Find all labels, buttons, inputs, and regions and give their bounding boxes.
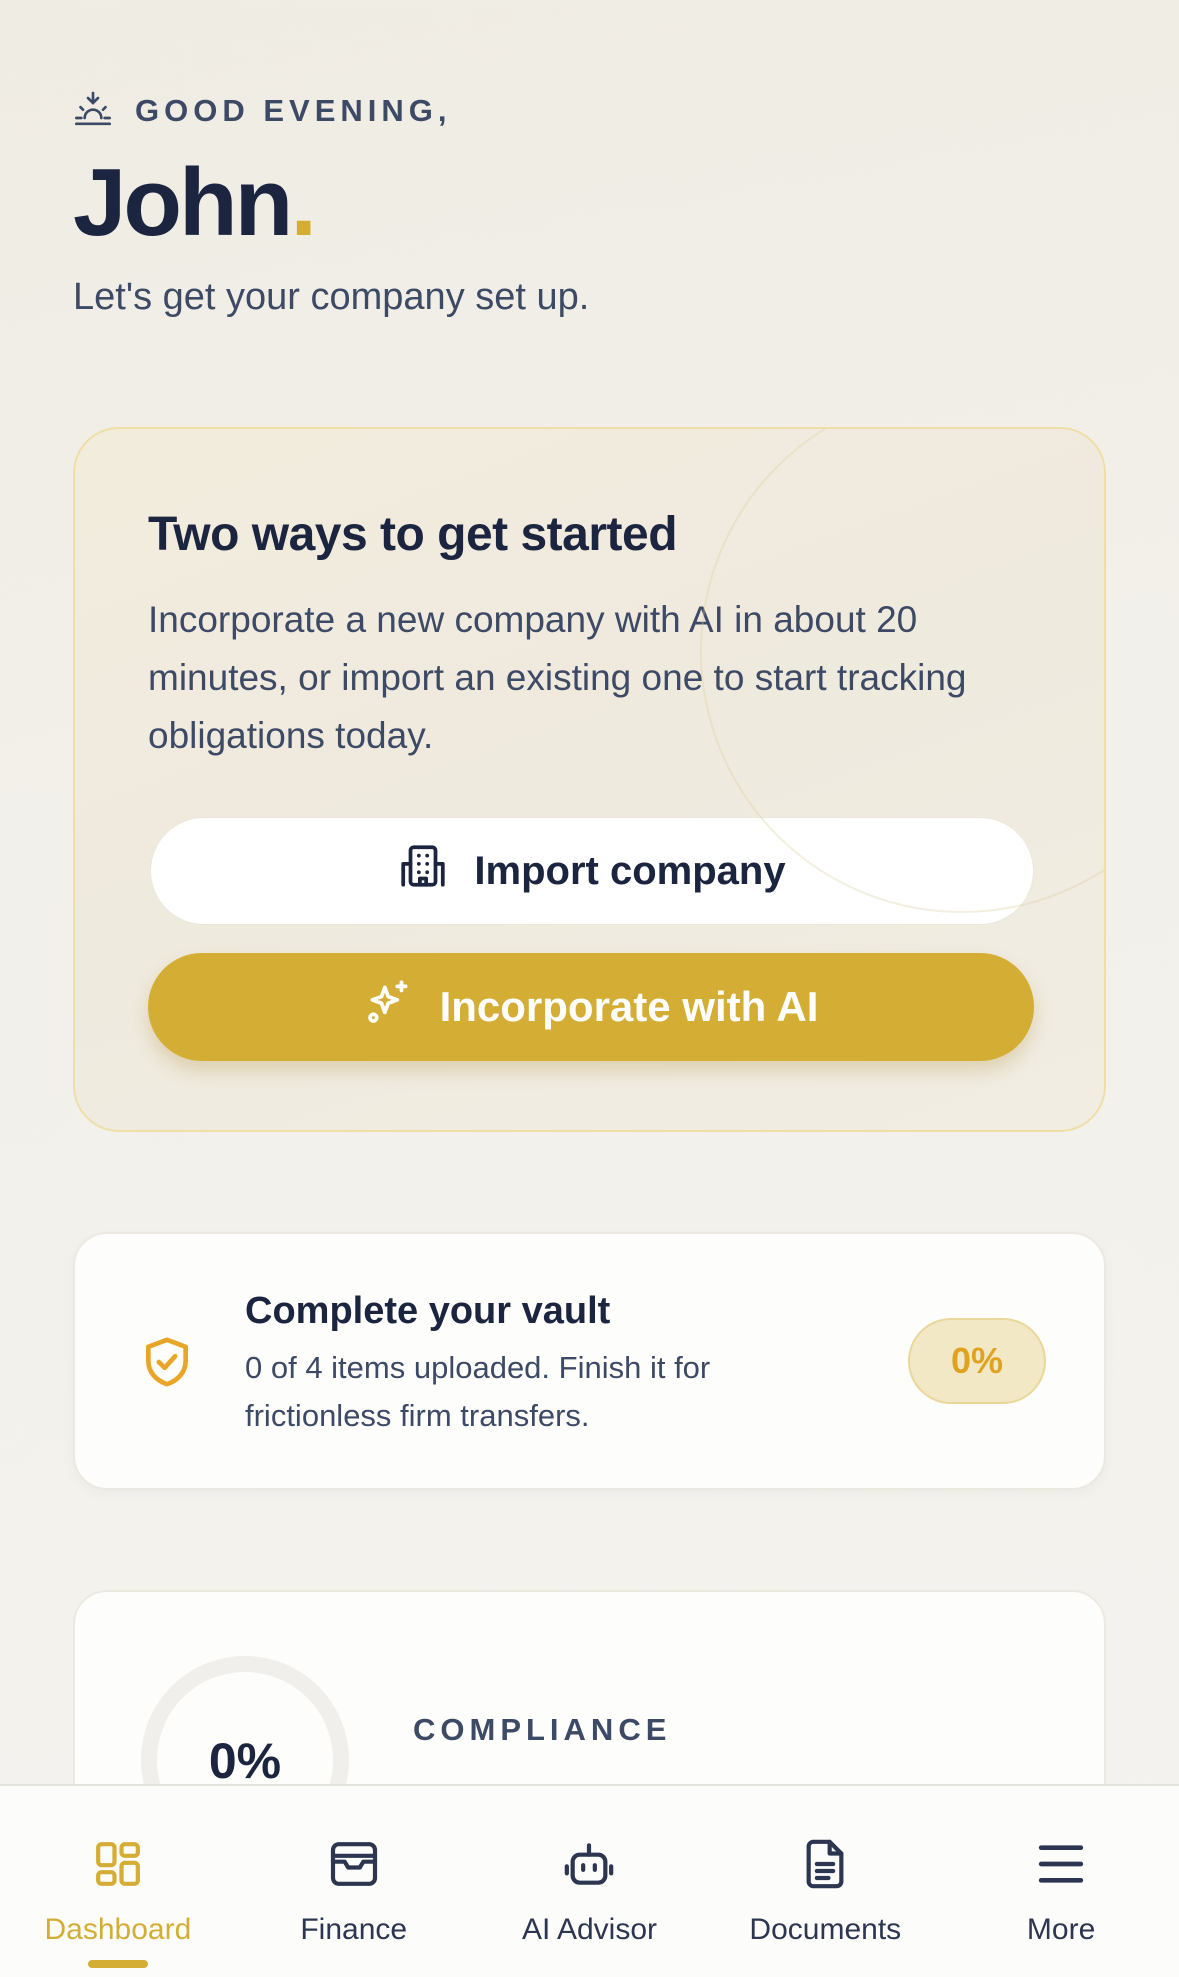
nav-item-dashboard[interactable]: Dashboard [0,1786,236,1977]
nav-item-more[interactable]: More [943,1786,1179,1977]
bottom-nav: Dashboard Finance AI Advisor Documents M… [0,1784,1179,1977]
get-started-card: Two ways to get started Incorporate a ne… [73,427,1106,1132]
greeting-row: GOOD EVENING, [73,88,451,133]
user-name: John. [73,149,317,256]
nav-item-documents[interactable]: Documents [707,1786,943,1977]
dashboard-icon [90,1836,146,1897]
compliance-value: 0% [208,1733,282,1789]
nav-item-ai-advisor[interactable]: AI Advisor [472,1786,708,1977]
document-icon [797,1836,853,1897]
card-description: Incorporate a new company with AI in abo… [148,599,967,756]
nav-label-ai-advisor: AI Advisor [521,1913,658,1946]
building-icon [398,841,448,901]
nav-label-dashboard: Dashboard [44,1913,192,1946]
nav-label-more: More [1026,1913,1096,1946]
dashboard-screen: GOOD EVENING, John. Let's get your compa… [0,0,1179,1977]
vault-progress-badge: 0% [908,1318,1046,1404]
compliance-label: COMPLIANCE [413,1712,672,1747]
import-company-label: Import company [474,848,786,893]
menu-icon [1033,1836,1089,1897]
robot-icon [561,1836,617,1897]
sparkles-icon [364,977,414,1037]
import-company-button[interactable]: Import company [150,817,1034,925]
sunset-icon [73,88,113,133]
name-accent-dot: . [290,149,317,256]
shield-check-icon [139,1334,195,1390]
vault-card[interactable]: Complete your vault 0 of 4 items uploade… [73,1232,1106,1490]
nav-label-finance: Finance [300,1913,408,1946]
nav-item-finance[interactable]: Finance [236,1786,472,1977]
user-name-text: John [73,149,293,256]
incorporate-with-ai-button[interactable]: Incorporate with AI [148,953,1034,1061]
incorporate-with-ai-label: Incorporate with AI [439,983,819,1030]
card-title: Two ways to get started [148,508,678,561]
page-subtitle: Let's get your company set up. [73,276,590,318]
active-tab-indicator [87,1960,148,1968]
vault-title: Complete your vault [245,1290,611,1332]
nav-label-documents: Documents [749,1913,902,1946]
wallet-icon [326,1836,382,1897]
greeting-kicker: GOOD EVENING, [135,92,452,128]
vault-description: 0 of 4 items uploaded. Finish it for fri… [245,1350,711,1433]
